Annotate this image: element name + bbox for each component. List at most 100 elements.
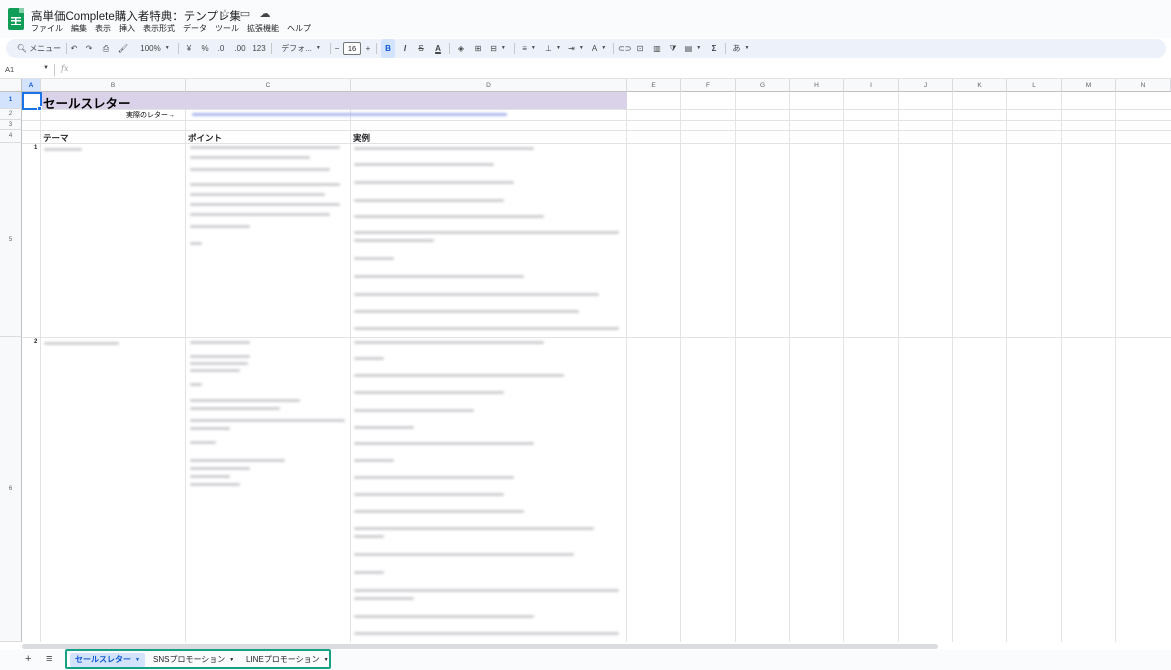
menu-edit[interactable]: 編集: [71, 23, 87, 34]
column-header-b[interactable]: B: [41, 79, 186, 92]
increase-decimal-button[interactable]: .00: [232, 39, 248, 58]
menu-search-button[interactable]: 🔍︎ メニュー: [14, 39, 64, 58]
blurred-text: [354, 571, 384, 574]
add-sheet-icon[interactable]: +: [25, 653, 31, 665]
decrease-font-size-button[interactable]: −: [333, 39, 341, 58]
column-header-i[interactable]: I: [844, 79, 899, 92]
column-header-j[interactable]: J: [899, 79, 953, 92]
chevron-down-icon[interactable]: ▼: [229, 657, 234, 663]
chevron-down-icon[interactable]: ▼: [135, 657, 140, 663]
sheet-tab-sns-promotion[interactable]: SNSプロモーション ▼: [148, 653, 239, 667]
number-format-button[interactable]: 123: [252, 39, 266, 58]
horizontal-align-icon[interactable]: ≡ ▼: [519, 39, 539, 58]
blurred-text: [190, 193, 325, 196]
column-header-h[interactable]: H: [790, 79, 844, 92]
menu-view[interactable]: 表示: [95, 23, 111, 34]
blurred-text: [354, 632, 619, 635]
increase-font-size-button[interactable]: +: [364, 39, 372, 58]
blurred-text: [354, 426, 414, 429]
blurred-text: [190, 168, 330, 171]
chevron-down-icon[interactable]: ▼: [43, 65, 49, 71]
document-title[interactable]: 高単価Complete購入者特典：テンプレ集: [31, 8, 241, 24]
functions-button[interactable]: Σ: [708, 39, 720, 58]
filter-icon[interactable]: ⧩: [667, 39, 679, 58]
blurred-text: [354, 615, 534, 618]
row-header-3[interactable]: 3: [0, 120, 22, 130]
folder-icon[interactable]: ▭: [238, 7, 252, 20]
strikethrough-icon[interactable]: S: [415, 39, 427, 58]
column-header-k[interactable]: K: [953, 79, 1007, 92]
column-header-c[interactable]: C: [186, 79, 351, 92]
font-select[interactable]: デフォ... ▼: [276, 39, 326, 58]
text-color-button[interactable]: A: [432, 39, 444, 58]
row-header-4[interactable]: 4: [0, 130, 22, 143]
insert-comment-icon[interactable]: ⊡: [634, 39, 646, 58]
font-size-input[interactable]: 16: [343, 42, 361, 55]
column-header-d[interactable]: D: [351, 79, 627, 92]
menu-data[interactable]: データ: [183, 23, 207, 34]
title-actions: ☆ ▭ ☁: [218, 7, 272, 20]
menu-tools[interactable]: ツール: [215, 23, 239, 34]
fill-handle[interactable]: [37, 106, 42, 111]
column-header-g[interactable]: G: [736, 79, 790, 92]
name-box[interactable]: A1: [5, 65, 14, 74]
cloud-icon[interactable]: ☁: [258, 7, 272, 20]
blurred-text: [190, 427, 230, 430]
column-header-l[interactable]: L: [1007, 79, 1062, 92]
undo-icon[interactable]: ↶: [68, 39, 80, 58]
blurred-text: [354, 147, 534, 150]
star-icon[interactable]: ☆: [218, 7, 232, 20]
select-all-corner[interactable]: [0, 79, 22, 92]
fill-color-icon[interactable]: ◈: [455, 39, 467, 58]
borders-icon[interactable]: ⊞: [472, 39, 484, 58]
vertical-align-icon[interactable]: ⊥ ▼: [543, 39, 563, 58]
blurred-text: [354, 199, 504, 202]
blurred-text: [190, 399, 300, 402]
paint-format-icon[interactable]: 🖌︎: [116, 39, 130, 58]
input-tools-button[interactable]: あ ▼: [730, 39, 752, 58]
blurred-text: [190, 146, 340, 149]
blurred-text: [190, 213, 330, 216]
column-header-n[interactable]: N: [1116, 79, 1171, 92]
column-header-e[interactable]: E: [627, 79, 681, 92]
insert-link-icon[interactable]: ⊂⊃: [618, 39, 631, 58]
redo-icon[interactable]: ↷: [83, 39, 95, 58]
sheet-tab-sales-letter[interactable]: セールスレター ▼: [70, 653, 145, 667]
percent-format-button[interactable]: %: [200, 39, 210, 58]
column-header-f[interactable]: F: [681, 79, 736, 92]
menu-insert[interactable]: 挿入: [119, 23, 135, 34]
column-header-a[interactable]: A: [22, 79, 41, 92]
sheet-title: セールスレター: [43, 97, 131, 111]
blurred-text: [354, 275, 524, 278]
merge-cells-icon[interactable]: ⊟ ▼: [488, 39, 508, 58]
blurred-text: [44, 342, 119, 345]
chevron-down-icon: ▼: [164, 45, 170, 52]
filter-views-icon[interactable]: ▤ ▼: [683, 39, 703, 58]
example-letter-link[interactable]: [192, 113, 507, 116]
column-header-m[interactable]: M: [1062, 79, 1116, 92]
insert-chart-icon[interactable]: ▥: [651, 39, 663, 58]
menu-format[interactable]: 表示形式: [143, 23, 175, 34]
zoom-select[interactable]: 100% ▼: [136, 39, 174, 58]
row-header-1[interactable]: 1: [0, 92, 22, 109]
all-sheets-menu-icon[interactable]: ≡: [46, 653, 52, 665]
italic-button[interactable]: I: [399, 39, 411, 58]
chevron-down-icon[interactable]: ▼: [324, 657, 329, 663]
row-header-2[interactable]: 2: [0, 109, 22, 120]
row-header-6[interactable]: 6: [0, 337, 22, 642]
sheet-tab-line-promotion[interactable]: LINEプロモーション ▼: [241, 653, 334, 667]
sheets-logo-icon[interactable]: [8, 8, 24, 30]
spreadsheet-grid[interactable]: A B C D E F G H I J K L M N 1 2 3 4 5 6 …: [0, 79, 1171, 642]
text-wrap-icon[interactable]: ⇥ ▼: [566, 39, 586, 58]
menu-help[interactable]: ヘルプ: [287, 23, 311, 34]
title-bar: 高単価Complete購入者特典：テンプレ集 ☆ ▭ ☁ ファイル 編集 表示 …: [0, 0, 1171, 38]
text-rotation-icon[interactable]: A ▼: [589, 39, 609, 58]
blurred-text: [354, 257, 394, 260]
bold-button[interactable]: B: [381, 39, 395, 58]
menu-file[interactable]: ファイル: [31, 23, 63, 34]
decrease-decimal-button[interactable]: .0: [215, 39, 227, 58]
menu-extensions[interactable]: 拡張機能: [247, 23, 279, 34]
row-header-5[interactable]: 5: [0, 143, 22, 337]
currency-format-button[interactable]: ¥: [184, 39, 194, 58]
print-icon[interactable]: ⎙: [100, 39, 112, 58]
